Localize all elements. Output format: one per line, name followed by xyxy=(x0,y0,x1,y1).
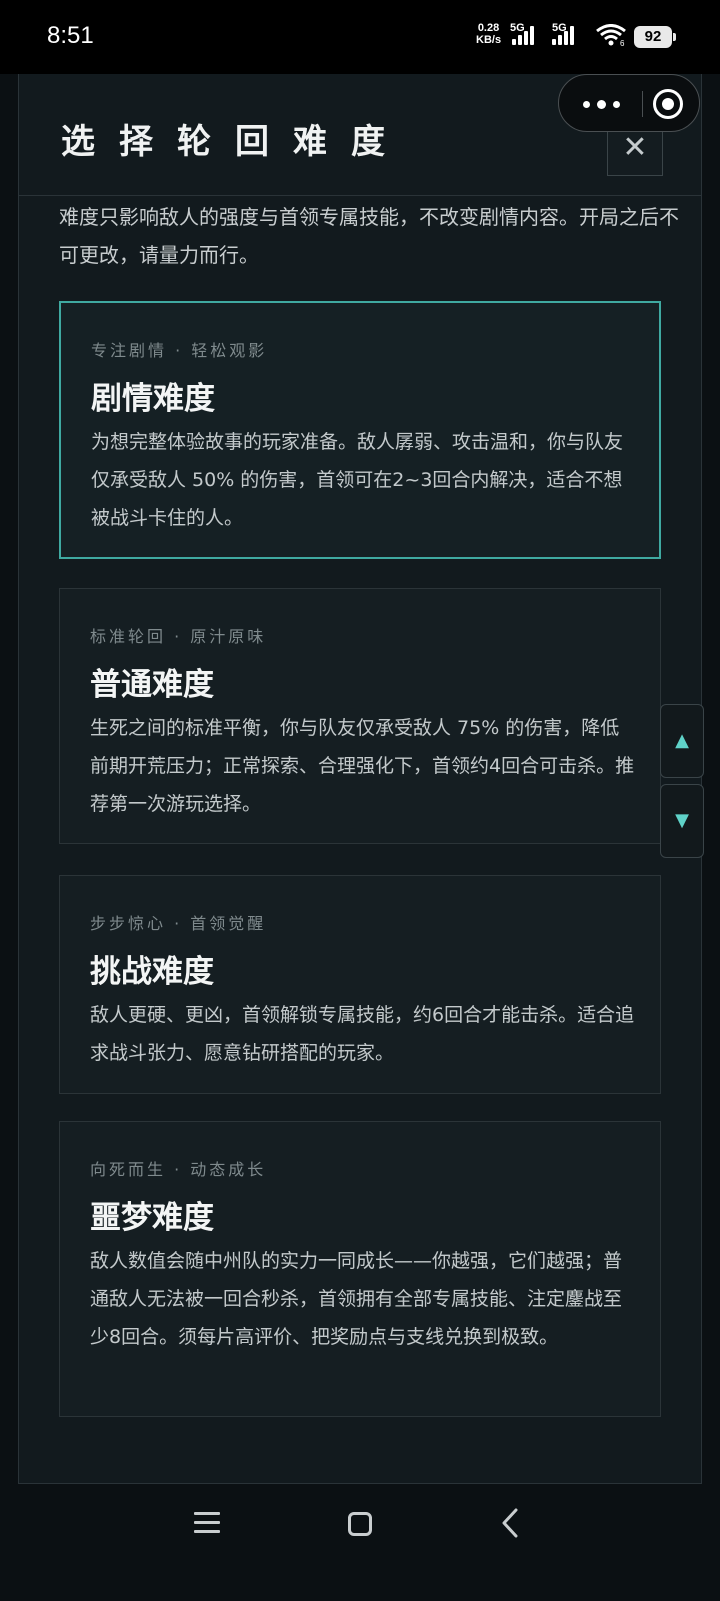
dialog-intro: 难度只影响敌人的强度与首领专属技能，不改变剧情内容。开局之后不可更改，请量力而行… xyxy=(59,205,679,267)
home-icon[interactable] xyxy=(348,1512,372,1536)
difficulty-description: 敌人数值会随中州队的实力一同成长——你越强，它们越强；普通敌人无法被一回合秒杀，… xyxy=(90,1250,623,1348)
miniprogram-capsule xyxy=(558,74,700,132)
close-icon: ✕ xyxy=(622,130,648,165)
difficulty-title: 噩梦难度 xyxy=(90,1200,214,1236)
difficulty-card-story[interactable]: 专注剧情 · 轻松观影 剧情难度 为想完整体验故事的玩家准备。敌人孱弱、攻击温和… xyxy=(59,301,661,559)
arrow-up-icon: ▲ xyxy=(675,730,689,751)
arrow-down-icon: ▼ xyxy=(675,810,689,831)
difficulty-card-challenge[interactable]: 步步惊心 · 首领觉醒 挑战难度 敌人更硬、更凶，首领解锁专属技能，约6回合才能… xyxy=(59,875,661,1094)
difficulty-description: 为想完整体验故事的玩家准备。敌人孱弱、攻击温和，你与队友仅承受敌人 50% 的伤… xyxy=(91,431,624,529)
scroll-down-button[interactable]: ▼ xyxy=(660,784,704,858)
exit-miniprogram-icon[interactable] xyxy=(653,89,683,119)
difficulty-description: 生死之间的标准平衡，你与队友仅承受敌人 75% 的伤害，降低前期开荒压力；正常探… xyxy=(90,717,635,815)
menu-icon[interactable] xyxy=(194,1512,220,1534)
dialog-title: 选择轮回难度 xyxy=(61,122,409,162)
back-icon[interactable] xyxy=(500,1507,522,1539)
status-bar: 8:51 0.28 KB/s 5G 5G 6 92 xyxy=(0,0,720,74)
difficulty-card-normal[interactable]: 标准轮回 · 原汁原味 普通难度 生死之间的标准平衡，你与队友仅承受敌人 75%… xyxy=(59,588,661,844)
network-speed-value: 0.28 xyxy=(477,22,500,34)
scroll-up-button[interactable]: ▲ xyxy=(660,704,704,778)
network-speed: 0.28 KB/s xyxy=(476,22,501,46)
difficulty-card-nightmare[interactable]: 向死而生 · 动态成长 噩梦难度 敌人数值会随中州队的实力一同成长——你越强，它… xyxy=(59,1121,661,1417)
system-nav-bar xyxy=(0,1486,720,1601)
network-speed-unit: KB/s xyxy=(476,34,502,46)
wifi-icon: 6 xyxy=(596,24,626,46)
difficulty-description: 敌人更硬、更凶，首领解锁专属技能，约6回合才能击杀。适合追求战斗张力、愿意钻研搭… xyxy=(90,1004,635,1064)
difficulty-title: 挑战难度 xyxy=(90,954,214,990)
status-time: 8:51 xyxy=(47,22,94,49)
difficulty-tags: 专注剧情 · 轻松观影 xyxy=(91,341,268,360)
difficulty-tags: 向死而生 · 动态成长 xyxy=(90,1160,267,1179)
signal-icon xyxy=(512,25,538,45)
wifi-badge: 6 xyxy=(620,39,625,46)
difficulty-title: 剧情难度 xyxy=(91,381,215,417)
battery-indicator: 92 xyxy=(634,26,676,48)
signal-icon xyxy=(552,25,578,45)
difficulty-dialog: 选择轮回难度 ✕ 难度只影响敌人的强度与首领专属技能，不改变剧情内容。开局之后不… xyxy=(18,74,702,1484)
difficulty-tags: 步步惊心 · 首领觉醒 xyxy=(90,914,267,933)
more-options-button[interactable] xyxy=(583,95,629,111)
difficulty-title: 普通难度 xyxy=(90,667,214,703)
difficulty-tags: 标准轮回 · 原汁原味 xyxy=(90,627,267,646)
